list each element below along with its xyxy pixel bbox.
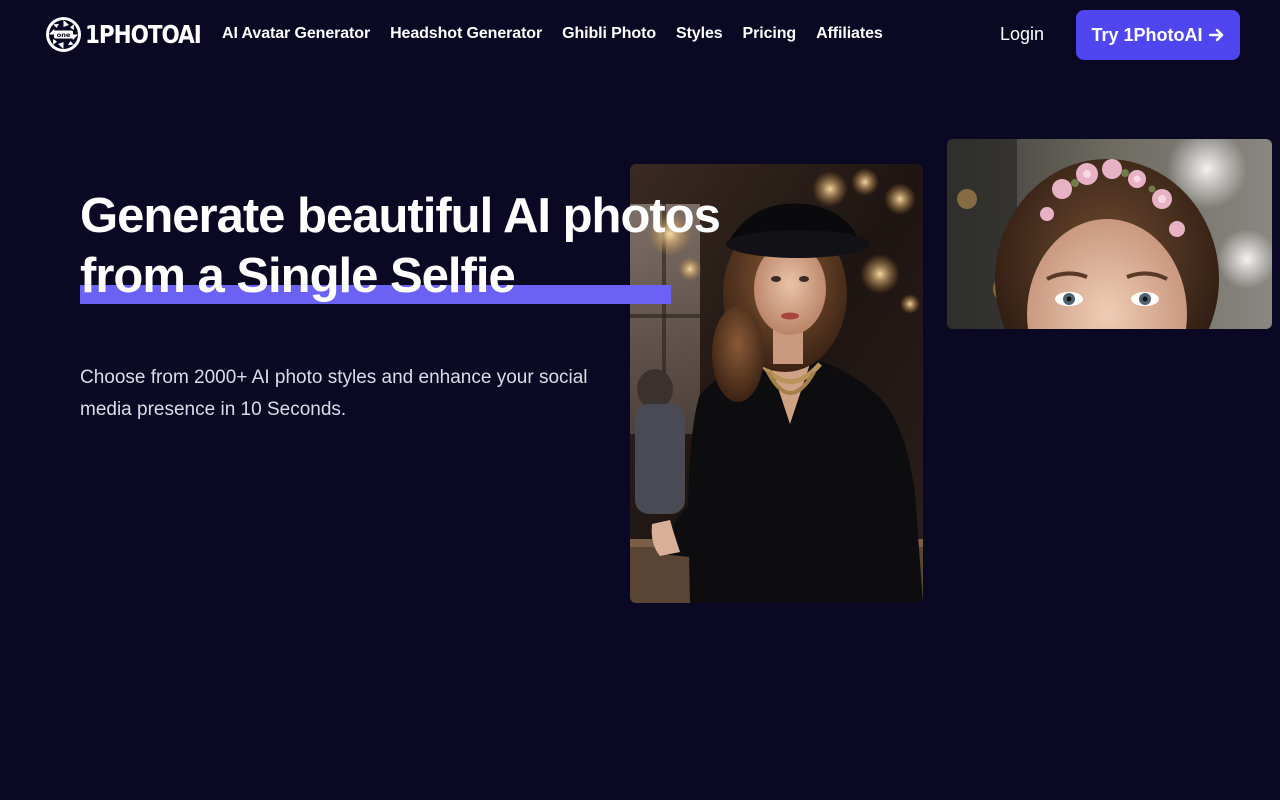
nav-link-styles[interactable]: Styles [676,23,723,45]
nav-link-pricing[interactable]: Pricing [743,23,797,45]
nav-links: AI Avatar Generator Headshot Generator G… [222,23,883,45]
hero-headline-line-2: from a Single Selfie [80,249,516,303]
page: one 1PHOTOAI AI Avatar Generator Headsho… [0,0,1280,800]
hero-subtitle: Choose from 2000+ AI photo styles and en… [80,367,588,420]
hero-headline-line-1: Generate beautiful AI photos [80,189,721,243]
hero-headline: Generate beautiful AI photos from a Sing… [80,186,760,306]
logo-link[interactable]: one 1PHOTOAI [45,16,220,53]
top-nav: one 1PHOTOAI AI Avatar Generator Headsho… [0,0,1280,68]
login-link[interactable]: Login [1000,22,1044,46]
arrow-right-icon [1208,28,1223,42]
try-1photoai-button[interactable]: Try 1PhotoAI [1076,10,1240,60]
try-button-label: Try 1PhotoAI [1091,24,1203,45]
logo-text: 1PHOTOAI [85,20,202,49]
nav-link-affiliates[interactable]: Affiliates [816,23,883,45]
hero-photo-woman-flowers [947,139,1272,329]
nav-link-headshot-generator[interactable]: Headshot Generator [390,23,542,45]
nav-link-ai-avatar-generator[interactable]: AI Avatar Generator [222,23,370,45]
logo-icon: one [46,17,81,52]
nav-link-ghibli-photo[interactable]: Ghibli Photo [562,23,656,45]
logo-badge-text: one [57,31,71,39]
